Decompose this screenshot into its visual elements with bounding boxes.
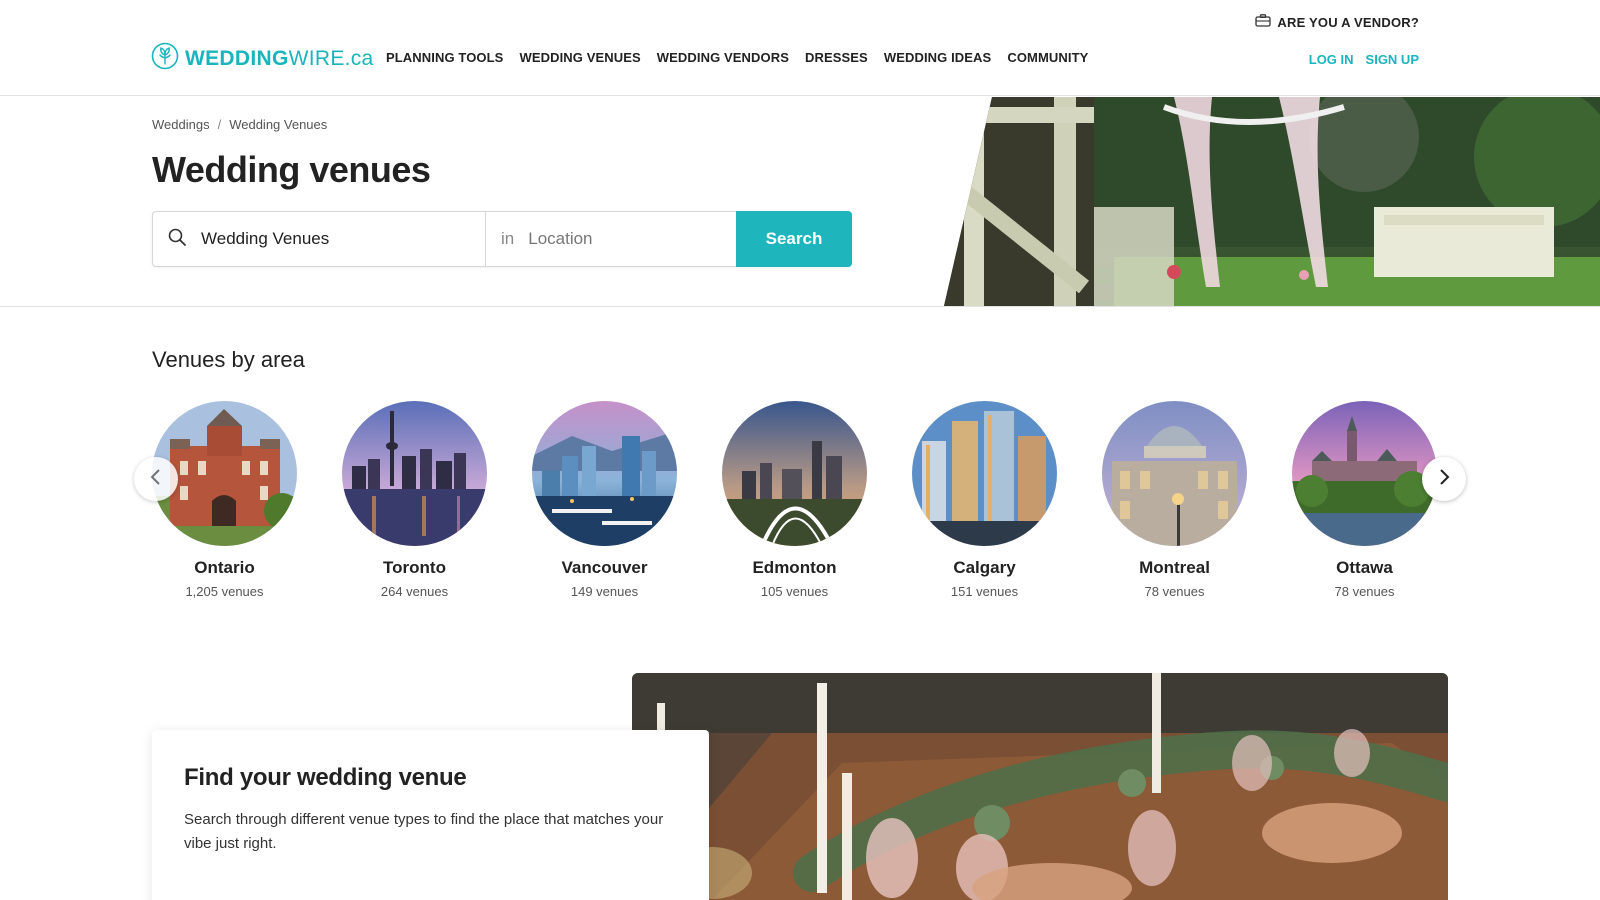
carousel-prev-button[interactable]: [134, 457, 178, 501]
signup-link[interactable]: SIGN UP: [1366, 52, 1419, 67]
area-count: 78 venues: [1144, 584, 1205, 599]
breadcrumb-weddings[interactable]: Weddings: [152, 117, 210, 132]
search-button[interactable]: Search: [736, 211, 852, 267]
vendor-label: ARE YOU A VENDOR?: [1277, 14, 1419, 30]
site-header: ARE YOU A VENDOR? WEDDINGWIRE.ca PLANNIN…: [0, 0, 1600, 96]
page-title: Wedding venues: [152, 149, 431, 190]
breadcrumb-separator: /: [217, 117, 222, 132]
main-nav: PLANNING TOOLS WEDDING VENUES WEDDING VE…: [386, 50, 1088, 65]
area-image-edmonton: [722, 401, 867, 546]
breadcrumb-wedding-venues[interactable]: Wedding Venues: [229, 117, 327, 132]
area-card-edmonton[interactable]: Edmonton 105 venues: [722, 401, 867, 599]
area-name: Toronto: [383, 558, 446, 577]
logo-wordmark-bold: WEDDING: [185, 46, 289, 70]
nav-planning-tools[interactable]: PLANNING TOOLS: [386, 50, 503, 65]
search-bar: in Search: [152, 211, 852, 267]
area-image-vancouver: [532, 401, 677, 546]
area-card-vancouver[interactable]: Vancouver 149 venues: [532, 401, 677, 599]
area-carousel: Ontario 1,205 venues Toronto 264 venues: [152, 401, 1452, 601]
hero-garden-ceremony-image: [944, 97, 1600, 306]
weddingwire-logo[interactable]: WEDDINGWIRE.ca: [151, 42, 374, 75]
nav-dresses[interactable]: DRESSES: [805, 50, 868, 65]
nav-wedding-vendors[interactable]: WEDDING VENDORS: [657, 50, 789, 65]
find-venue-description: Search through different venue types to …: [184, 811, 664, 852]
area-name: Montreal: [1139, 558, 1210, 577]
find-venue-title: Find your wedding venue: [184, 764, 467, 791]
hero-section: Weddings / Wedding Venues Wedding venues…: [0, 97, 1600, 307]
nav-wedding-venues[interactable]: WEDDING VENUES: [519, 50, 640, 65]
area-name: Calgary: [953, 558, 1016, 577]
venues-by-area-title: Venues by area: [152, 347, 305, 372]
area-image-toronto: [342, 401, 487, 546]
auth-links: LOG IN SIGN UP: [1309, 52, 1419, 67]
area-card-montreal[interactable]: Montreal 78 venues: [1102, 401, 1247, 599]
nav-community[interactable]: COMMUNITY: [1007, 50, 1088, 65]
area-card-calgary[interactable]: Calgary 151 venues: [912, 401, 1057, 599]
search-icon: [167, 227, 187, 252]
area-count: 105 venues: [760, 584, 829, 599]
logo-icon: [151, 42, 179, 75]
briefcase-icon: [1255, 14, 1272, 30]
carousel-next-button[interactable]: [1422, 457, 1466, 501]
area-count: 78 venues: [1334, 584, 1395, 599]
area-card-ottawa[interactable]: Ottawa 78 venues: [1292, 401, 1437, 599]
breadcrumb: Weddings / Wedding Venues: [152, 117, 327, 132]
logo-wordmark-light: WIRE.ca: [288, 46, 374, 70]
nav-wedding-ideas[interactable]: WEDDING IDEAS: [884, 50, 991, 65]
area-name: Ottawa: [1336, 558, 1393, 577]
location-input[interactable]: [528, 229, 750, 249]
area-count: 1,205 venues: [185, 584, 264, 599]
login-link[interactable]: LOG IN: [1309, 52, 1354, 67]
area-count: 264 venues: [380, 584, 449, 599]
reception-table-image: [632, 673, 1448, 900]
logo-wordmark: WEDDINGWIRE.ca: [185, 47, 374, 71]
location-in-label: in: [501, 229, 515, 248]
chevron-left-icon: [149, 468, 163, 491]
area-card-toronto[interactable]: Toronto 264 venues: [342, 401, 487, 599]
search-field[interactable]: [153, 212, 486, 266]
area-name: Ontario: [194, 558, 255, 577]
location-field[interactable]: in: [486, 212, 750, 266]
area-name: Vancouver: [561, 558, 648, 577]
area-image-ottawa: [1292, 401, 1437, 546]
area-image-calgary: [912, 401, 1057, 546]
chevron-right-icon: [1437, 468, 1451, 491]
find-venue-card: Find your wedding venue Search through d…: [152, 730, 709, 900]
area-image-montreal: [1102, 401, 1247, 546]
search-input[interactable]: [201, 229, 441, 249]
area-card-ontario[interactable]: Ontario 1,205 venues: [152, 401, 297, 599]
area-count: 149 venues: [570, 584, 639, 599]
vendor-link[interactable]: ARE YOU A VENDOR?: [1255, 14, 1419, 30]
area-name: Edmonton: [752, 558, 837, 577]
area-count: 151 venues: [950, 584, 1019, 599]
